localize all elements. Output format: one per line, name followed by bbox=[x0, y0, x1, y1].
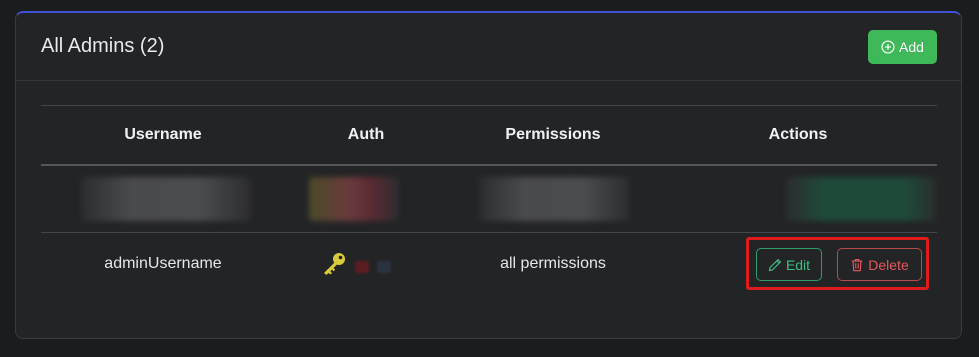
edit-button-label: Edit bbox=[785, 256, 811, 273]
trash-icon bbox=[850, 258, 864, 272]
admins-card: All Admins (2) Add Username Auth Permiss… bbox=[15, 11, 962, 339]
table-row-redacted bbox=[41, 166, 937, 233]
add-button[interactable]: Add bbox=[868, 30, 937, 64]
card-header: All Admins (2) Add bbox=[16, 13, 961, 81]
admins-table: Username Auth Permissions Actions adminU… bbox=[41, 105, 937, 301]
username-cell: adminUsername bbox=[104, 255, 222, 272]
red-square-icon bbox=[355, 260, 369, 273]
pencil-icon bbox=[768, 258, 782, 272]
card-title: All Admins (2) bbox=[41, 35, 165, 57]
edit-button[interactable]: Edit bbox=[756, 248, 822, 281]
delete-button-label: Delete bbox=[868, 256, 909, 273]
auth-cell bbox=[321, 252, 391, 281]
table-header: Username Auth Permissions Actions bbox=[41, 105, 937, 166]
blue-square-icon bbox=[377, 260, 391, 273]
plus-circle-icon bbox=[881, 40, 895, 54]
column-header-auth: Auth bbox=[347, 126, 385, 143]
redacted-auth bbox=[309, 177, 399, 221]
add-button-label: Add bbox=[899, 39, 924, 55]
column-header-actions: Actions bbox=[768, 126, 828, 143]
column-header-username: Username bbox=[124, 126, 202, 143]
permissions-cell: all permissions bbox=[500, 255, 606, 272]
redacted-username bbox=[81, 177, 251, 221]
table-row: adminUsername all permissions Edit Delet… bbox=[41, 233, 937, 301]
column-header-permissions: Permissions bbox=[505, 126, 601, 143]
redacted-permissions bbox=[479, 177, 629, 221]
delete-button[interactable]: Delete bbox=[837, 248, 922, 281]
redacted-actions bbox=[786, 177, 936, 221]
key-icon bbox=[321, 252, 347, 281]
